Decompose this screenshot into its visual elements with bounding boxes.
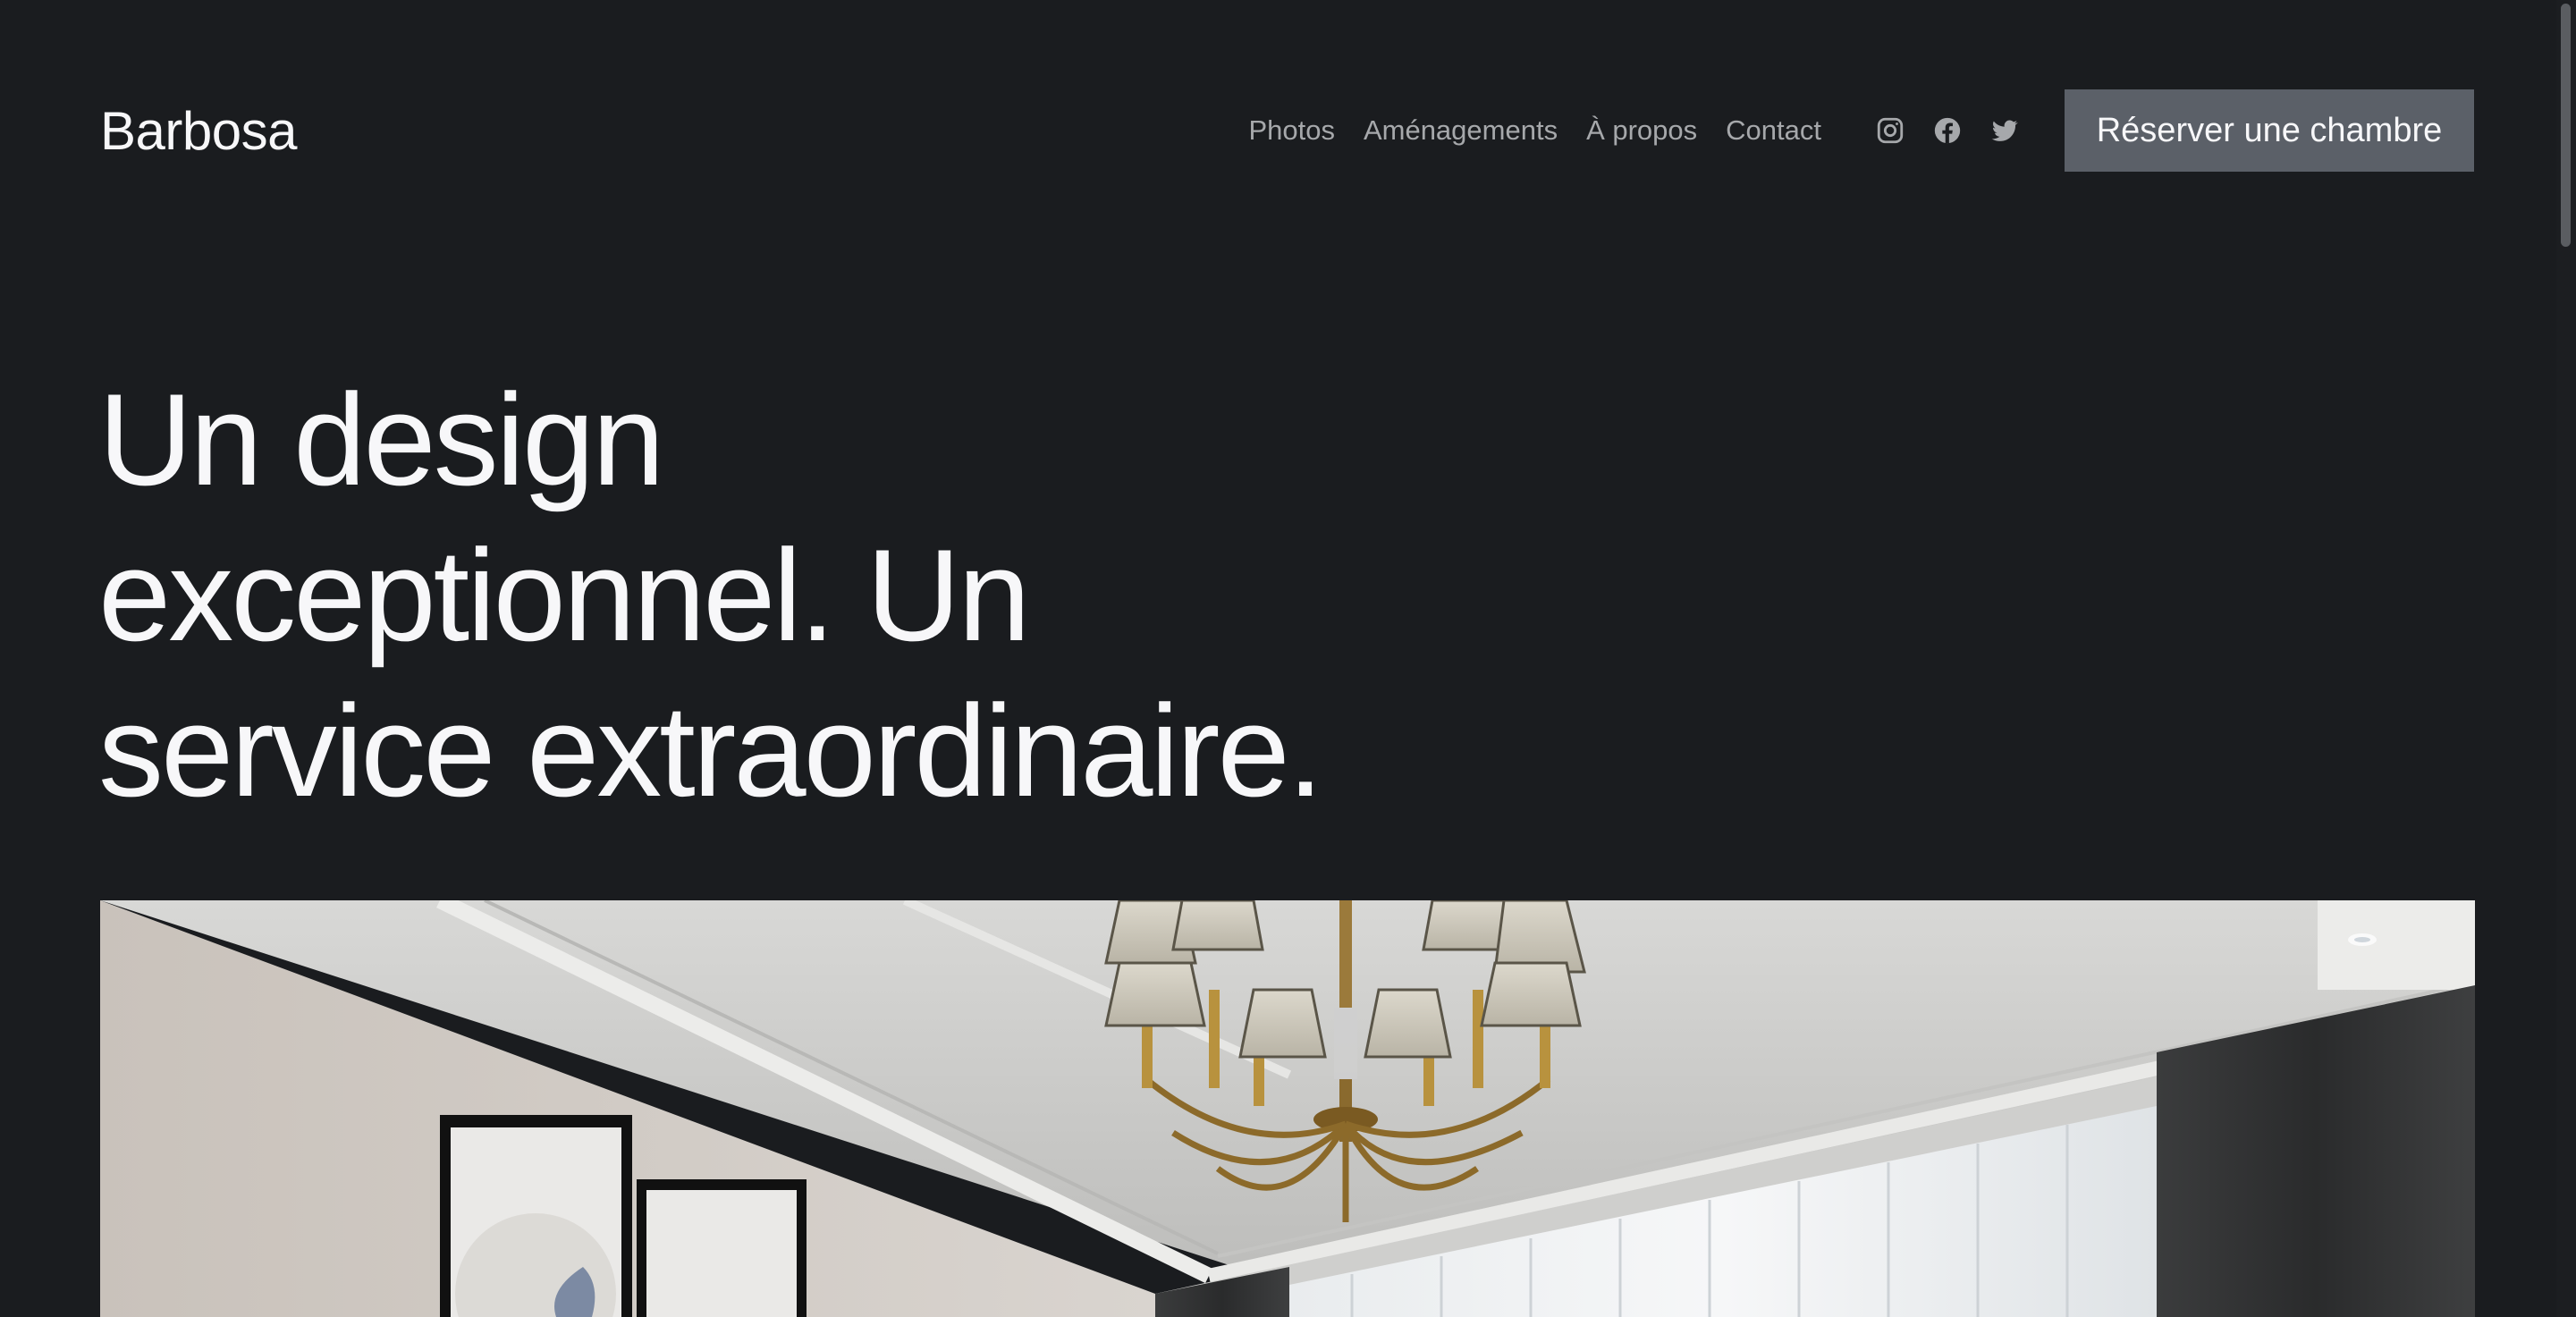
scrollbar-thumb[interactable]: [2561, 4, 2571, 247]
book-room-button[interactable]: Réserver une chambre: [2065, 89, 2474, 172]
brand-logo[interactable]: Barbosa: [100, 100, 297, 162]
twitter-icon[interactable]: [1989, 115, 2020, 146]
nav-link-a-propos[interactable]: À propos: [1586, 114, 1697, 147]
page: Barbosa Photos Aménagements À propos Con…: [0, 0, 2576, 1317]
facebook-icon[interactable]: [1932, 115, 1963, 146]
hero-title: Un design exceptionnel. Un service extra…: [98, 362, 1440, 829]
site-header: Barbosa Photos Aménagements À propos Con…: [100, 89, 2474, 172]
nav-link-amenagements[interactable]: Aménagements: [1364, 114, 1558, 147]
hero-bedroom-image: [100, 900, 2475, 1317]
hero-title-line: exceptionnel. Un: [98, 522, 1031, 668]
nav-link-contact[interactable]: Contact: [1726, 114, 1821, 147]
social-links: [1875, 115, 2020, 146]
nav-link-photos[interactable]: Photos: [1248, 114, 1335, 147]
header-right: Photos Aménagements À propos Contact Rés…: [1248, 89, 2474, 172]
vertical-scrollbar[interactable]: [2556, 0, 2576, 1317]
main-nav: Photos Aménagements À propos Contact: [1248, 114, 1821, 147]
hero-title-line: Un design: [98, 367, 664, 512]
instagram-icon[interactable]: [1875, 115, 1905, 146]
hero-title-line: service extraordinaire.: [98, 678, 1323, 823]
